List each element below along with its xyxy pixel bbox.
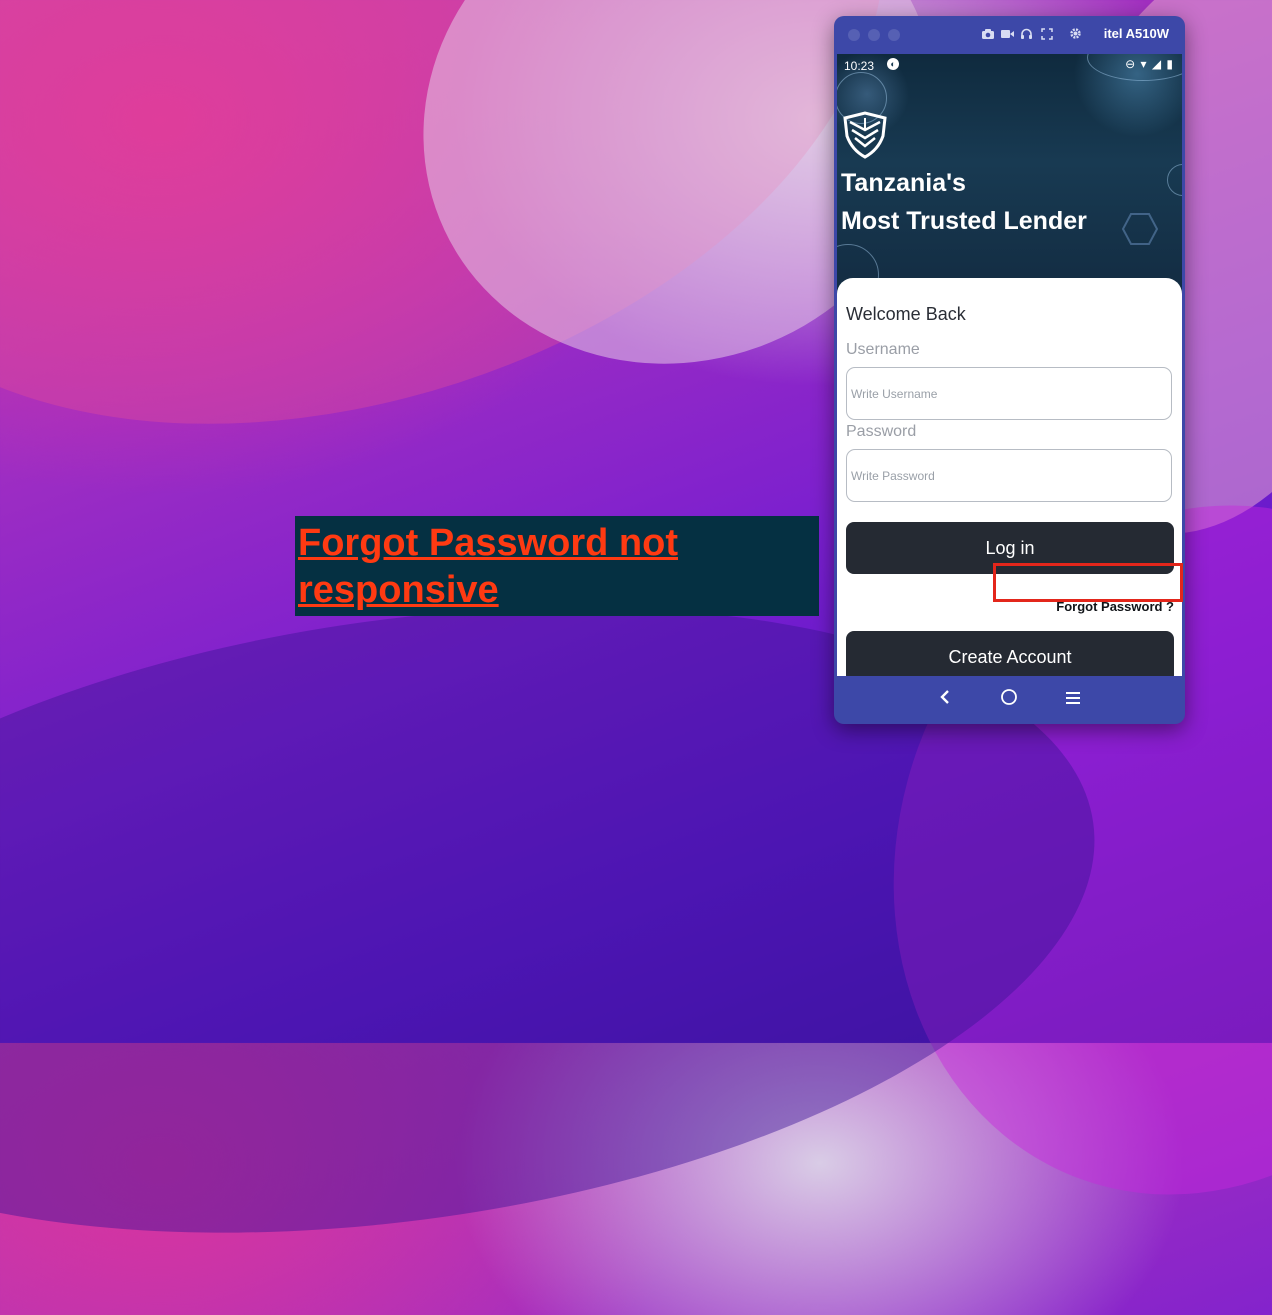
welcome-heading: Welcome Back (846, 304, 966, 324)
nav-back-icon[interactable] (933, 688, 957, 710)
status-notification-icon: ◐ (887, 58, 899, 70)
status-time: 10:23 (844, 59, 875, 73)
emulator-titlebar[interactable]: itel A510W (834, 16, 1185, 54)
forgot-password-highlight-box (993, 563, 1183, 602)
shield-logo-icon (843, 111, 887, 159)
fullscreen-icon[interactable] (1041, 26, 1053, 44)
headphones-icon[interactable] (1020, 26, 1033, 44)
gear-icon[interactable] (1069, 26, 1082, 44)
status-signal-icons: ⊖ ▾ ◢ ▮ (1125, 57, 1174, 71)
hero-title-line1: Tanzania's (841, 169, 966, 197)
window-zoom-button[interactable] (888, 29, 900, 41)
password-field[interactable] (846, 449, 1172, 502)
hero-title: Tanzania's Most Trusted Lender (841, 164, 1087, 240)
hero-banner: 10:23 ◐ ⊖ ▾ ◢ ▮ Tanzania's Most Trusted … (837, 54, 1182, 306)
window-minimize-button[interactable] (868, 29, 880, 41)
password-input[interactable] (847, 450, 1171, 501)
camera-icon[interactable] (981, 26, 995, 44)
device-name: itel A510W (1103, 26, 1169, 41)
nav-menu-icon[interactable] (1061, 688, 1085, 710)
password-label: Password (846, 423, 917, 440)
window-close-button[interactable] (848, 29, 860, 41)
create-account-button[interactable]: Create Account (846, 631, 1174, 676)
emulator-window: itel A510W 10:23 ◐ ⊖ ▾ ◢ ▮ Tanzania's Mo… (834, 16, 1185, 724)
nav-home-icon[interactable] (997, 688, 1021, 711)
hero-title-line2: Most Trusted Lender (841, 207, 1087, 235)
video-icon[interactable] (1000, 26, 1015, 44)
username-input[interactable] (847, 368, 1171, 419)
android-nav-bar (837, 676, 1182, 724)
bug-annotation: Forgot Password not responsive (295, 516, 819, 616)
decor-bubble (1167, 164, 1182, 196)
bug-annotation-text: Forgot Password not responsive (298, 522, 678, 611)
decor-hexagon (1122, 213, 1158, 245)
login-card: Welcome Back Username Password Log in Fo… (837, 278, 1182, 676)
username-field[interactable] (846, 367, 1172, 420)
username-label: Username (846, 341, 920, 358)
